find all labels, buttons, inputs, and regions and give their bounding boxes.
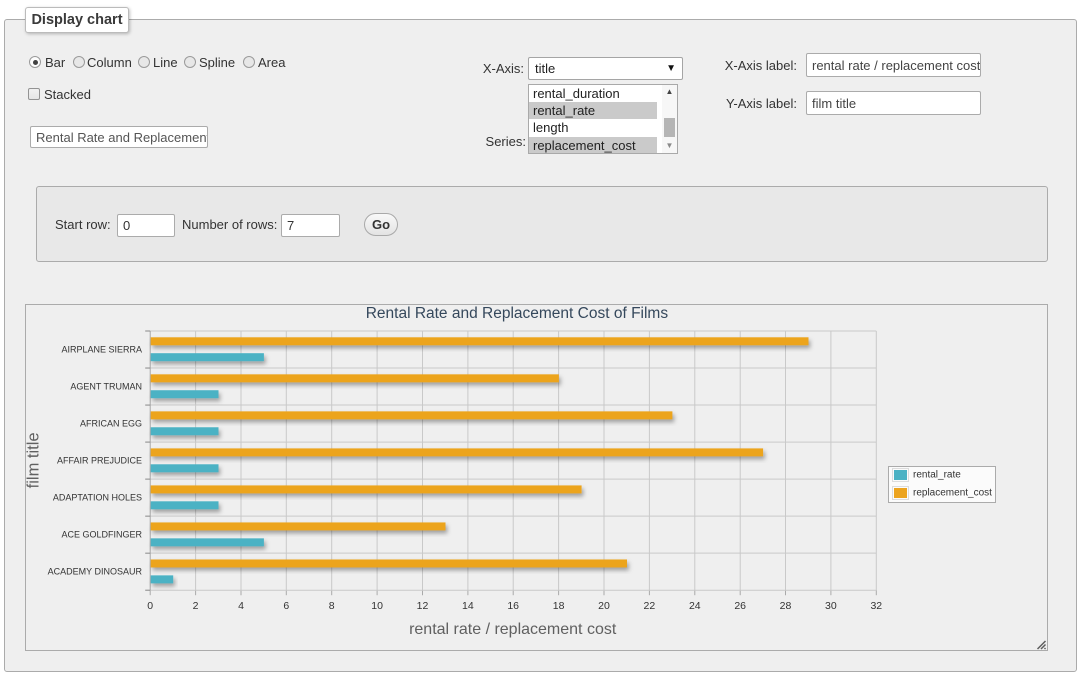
svg-text:24: 24: [689, 600, 701, 612]
svg-text:8: 8: [329, 600, 335, 612]
svg-text:AFRICAN EGG: AFRICAN EGG: [80, 419, 142, 429]
svg-text:32: 32: [870, 600, 882, 612]
svg-text:28: 28: [780, 600, 792, 612]
svg-text:AIRPLANE SIERRA: AIRPLANE SIERRA: [61, 345, 142, 355]
svg-text:ACADEMY DINOSAUR: ACADEMY DINOSAUR: [48, 567, 143, 577]
svg-text:20: 20: [598, 600, 610, 612]
svg-text:4: 4: [238, 600, 244, 612]
svg-text:AGENT TRUMAN: AGENT TRUMAN: [70, 382, 142, 392]
svg-text:16: 16: [507, 600, 519, 612]
svg-text:AFFAIR PREJUDICE: AFFAIR PREJUDICE: [57, 456, 142, 466]
svg-text:ACE GOLDFINGER: ACE GOLDFINGER: [61, 530, 142, 540]
svg-text:12: 12: [417, 600, 429, 612]
svg-text:10: 10: [371, 600, 383, 612]
svg-text:22: 22: [644, 600, 656, 612]
svg-text:6: 6: [283, 600, 289, 612]
svg-text:film title: film title: [26, 432, 43, 488]
svg-text:ADAPTATION HOLES: ADAPTATION HOLES: [53, 493, 142, 503]
svg-text:2: 2: [193, 600, 199, 612]
svg-text:18: 18: [553, 600, 565, 612]
svg-text:14: 14: [462, 600, 474, 612]
svg-text:Rental Rate and Replacement Co: Rental Rate and Replacement Cost of Film…: [366, 305, 669, 322]
svg-text:rental rate / replacement cost: rental rate / replacement cost: [409, 621, 617, 638]
svg-text:replacement_cost: replacement_cost: [913, 488, 992, 499]
svg-text:26: 26: [734, 600, 746, 612]
svg-text:30: 30: [825, 600, 837, 612]
svg-text:0: 0: [147, 600, 153, 612]
svg-text:rental_rate: rental_rate: [913, 470, 961, 481]
